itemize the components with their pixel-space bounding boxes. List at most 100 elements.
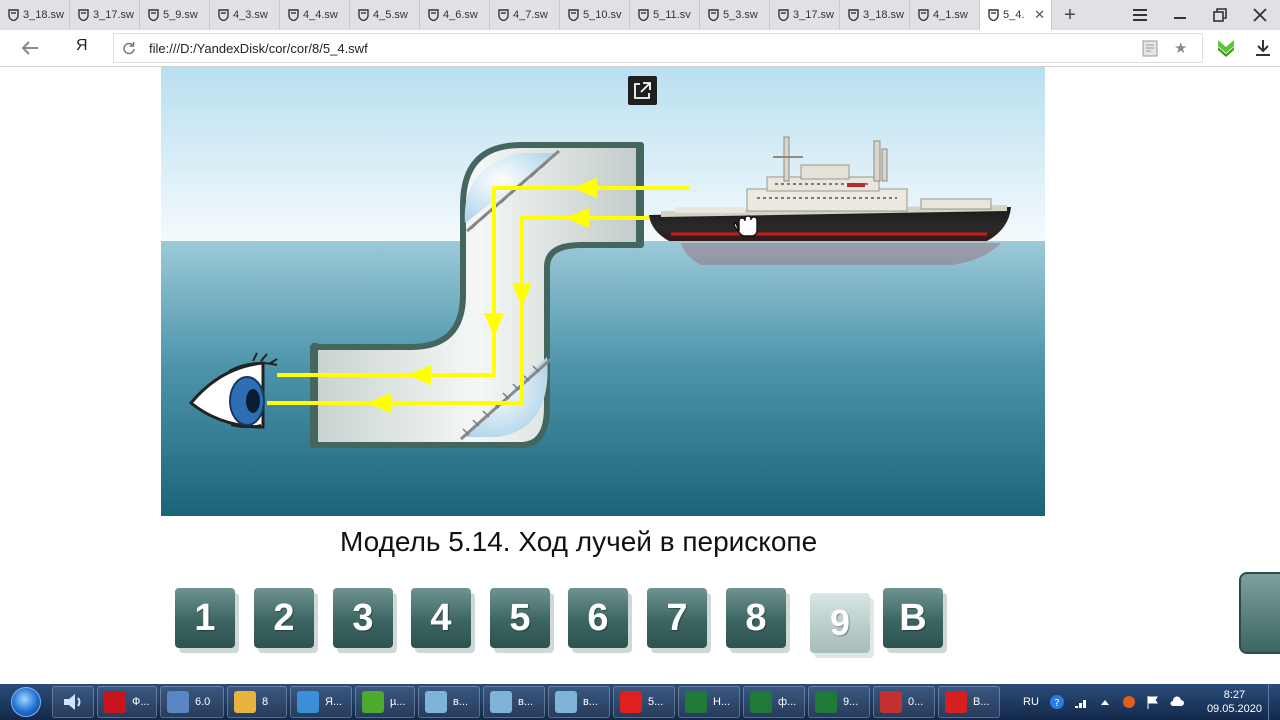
shield-icon bbox=[988, 9, 999, 21]
window-controls bbox=[1120, 0, 1280, 30]
taskbar-app-button[interactable]: Ф... bbox=[97, 686, 157, 718]
app-icon bbox=[945, 691, 967, 713]
taskbar-app-label: Ф... bbox=[132, 696, 150, 708]
show-desktop-button[interactable] bbox=[1268, 684, 1280, 720]
app-icon bbox=[750, 691, 772, 713]
tab-label: 4_7.sw bbox=[513, 9, 548, 21]
app-icon bbox=[362, 691, 384, 713]
menu-button[interactable] bbox=[1120, 0, 1160, 30]
taskbar-app-button[interactable]: В... bbox=[938, 686, 1000, 718]
yandex-logo[interactable]: Я bbox=[76, 37, 88, 55]
tab-item[interactable]: 3_17.sw bbox=[770, 0, 840, 30]
water bbox=[161, 241, 1045, 516]
tab-item[interactable]: 3_17.sw bbox=[70, 0, 140, 30]
shield-icon bbox=[708, 9, 719, 21]
model-button-2[interactable]: 2 bbox=[254, 588, 314, 648]
downloads-icon[interactable] bbox=[1255, 39, 1271, 57]
tab-item[interactable]: 4_4.sw bbox=[280, 0, 350, 30]
app-icon bbox=[685, 691, 707, 713]
restore-button[interactable] bbox=[1200, 0, 1240, 30]
help-icon[interactable]: ? bbox=[1049, 694, 1065, 710]
network-icon[interactable] bbox=[1073, 694, 1089, 710]
taskbar-app-button[interactable]: в... bbox=[483, 686, 545, 718]
clock-date: 09.05.2020 bbox=[1206, 703, 1262, 715]
taskbar-app-button[interactable]: 5... bbox=[613, 686, 675, 718]
minimize-button[interactable] bbox=[1160, 0, 1200, 30]
close-tab-icon[interactable]: ✕ bbox=[1034, 7, 1045, 23]
side-nav-button[interactable] bbox=[1239, 572, 1280, 654]
taskbar-app-button[interactable]: 6.0 bbox=[160, 686, 224, 718]
url-text[interactable]: file:///D:/YandexDisk/cor/cor/8/5_4.swf bbox=[149, 41, 368, 56]
shield-icon bbox=[148, 9, 159, 21]
language-indicator[interactable]: RU bbox=[1023, 696, 1039, 708]
tab-item[interactable]: 4_3.sw bbox=[210, 0, 280, 30]
taskbar-app-button[interactable]: µ... bbox=[355, 686, 415, 718]
cloud-icon[interactable] bbox=[1169, 694, 1185, 710]
shield-icon bbox=[918, 9, 929, 21]
clock-time: 8:27 bbox=[1223, 689, 1246, 701]
model-button-1[interactable]: 1 bbox=[175, 588, 235, 648]
new-tab-button[interactable]: + bbox=[1052, 0, 1088, 30]
download-manager-icon[interactable] bbox=[1215, 37, 1237, 59]
fullscreen-button[interactable] bbox=[628, 76, 657, 105]
tray-up-arrow-icon[interactable] bbox=[1097, 694, 1113, 710]
taskbar-app-button[interactable]: в... bbox=[548, 686, 610, 718]
taskbar: Ф... 6.0 8 Я... µ... в... в... в... 5... Н... ф...… bbox=[0, 684, 1280, 720]
tab-item[interactable]: 4_6.sw bbox=[420, 0, 490, 30]
flag-icon[interactable] bbox=[1145, 694, 1161, 710]
system-tray: RU ? 8:27 09.05.2020 bbox=[1023, 684, 1280, 720]
shield-icon bbox=[638, 9, 649, 21]
tab-list: 3_18.sw 3_17.sw 5_9.sw 4_3.sw 4_4.sw 4_5.sw 4_… bbox=[0, 0, 980, 30]
shield-icon bbox=[568, 9, 579, 21]
tab-label: 3_18.sw bbox=[863, 9, 904, 21]
tab-item[interactable]: 4_1.sw bbox=[910, 0, 980, 30]
speaker-icon bbox=[64, 694, 81, 710]
tab-item[interactable]: 3_18.sw bbox=[840, 0, 910, 30]
taskbar-app-button[interactable]: ф... bbox=[743, 686, 805, 718]
model-button-3[interactable]: 3 bbox=[333, 588, 393, 648]
tab-item[interactable]: 5_3.sw bbox=[700, 0, 770, 30]
tab-label: 4_1.sw bbox=[933, 9, 968, 21]
reload-icon[interactable] bbox=[122, 41, 136, 55]
back-arrow-icon[interactable] bbox=[18, 38, 42, 58]
tab-active[interactable]: 5_4. ✕ bbox=[980, 0, 1052, 30]
tab-item[interactable]: 4_5.sw bbox=[350, 0, 420, 30]
taskbar-app-button[interactable]: Я... bbox=[290, 686, 352, 718]
clock[interactable]: 8:27 09.05.2020 bbox=[1207, 688, 1262, 716]
model-button-6[interactable]: 6 bbox=[568, 588, 628, 648]
bookmark-star-icon[interactable]: ★ bbox=[1174, 39, 1187, 57]
app-icon bbox=[880, 691, 902, 713]
start-button[interactable] bbox=[0, 684, 52, 720]
model-button-7[interactable]: 7 bbox=[647, 588, 707, 648]
model-button-8[interactable]: 8 bbox=[726, 588, 786, 648]
model-button-5[interactable]: 5 bbox=[490, 588, 550, 648]
tab-item[interactable]: 3_18.sw bbox=[0, 0, 70, 30]
tab-item[interactable]: 5_9.sw bbox=[140, 0, 210, 30]
close-window-button[interactable] bbox=[1240, 0, 1280, 30]
taskbar-app-button[interactable]: 9... bbox=[808, 686, 870, 718]
reader-mode-icon[interactable] bbox=[1142, 40, 1158, 57]
app-icon bbox=[555, 691, 577, 713]
taskbar-volume[interactable] bbox=[52, 686, 94, 718]
tab-item[interactable]: 5_11.sv bbox=[630, 0, 700, 30]
model-button-b[interactable]: B bbox=[883, 588, 943, 648]
tab-item[interactable]: 4_7.sw bbox=[490, 0, 560, 30]
address-bar[interactable]: file:///D:/YandexDisk/cor/cor/8/5_4.swf … bbox=[113, 33, 1203, 63]
tab-label: 5_10.sv bbox=[583, 9, 622, 21]
taskbar-app-button[interactable]: Н... bbox=[678, 686, 740, 718]
taskbar-app-button[interactable]: в... bbox=[418, 686, 480, 718]
periscope-model[interactable] bbox=[161, 67, 1045, 516]
app-icon bbox=[425, 691, 447, 713]
periscope-scene bbox=[161, 67, 1045, 516]
model-button-9[interactable]: 9 bbox=[810, 593, 870, 653]
taskbar-app-label: 9... bbox=[843, 696, 859, 708]
tab-item[interactable]: 5_10.sv bbox=[560, 0, 630, 30]
app-icon bbox=[620, 691, 642, 713]
model-button-4[interactable]: 4 bbox=[411, 588, 471, 648]
taskbar-app-label: µ... bbox=[390, 696, 406, 708]
tab-strip: 3_18.sw 3_17.sw 5_9.sw 4_3.sw 4_4.sw 4_5.sw 4_… bbox=[0, 0, 1280, 30]
app-icon bbox=[104, 691, 126, 713]
taskbar-app-button[interactable]: 8 bbox=[227, 686, 287, 718]
taskbar-app-button[interactable]: 0... bbox=[873, 686, 935, 718]
tray-app-icon[interactable] bbox=[1121, 694, 1137, 710]
